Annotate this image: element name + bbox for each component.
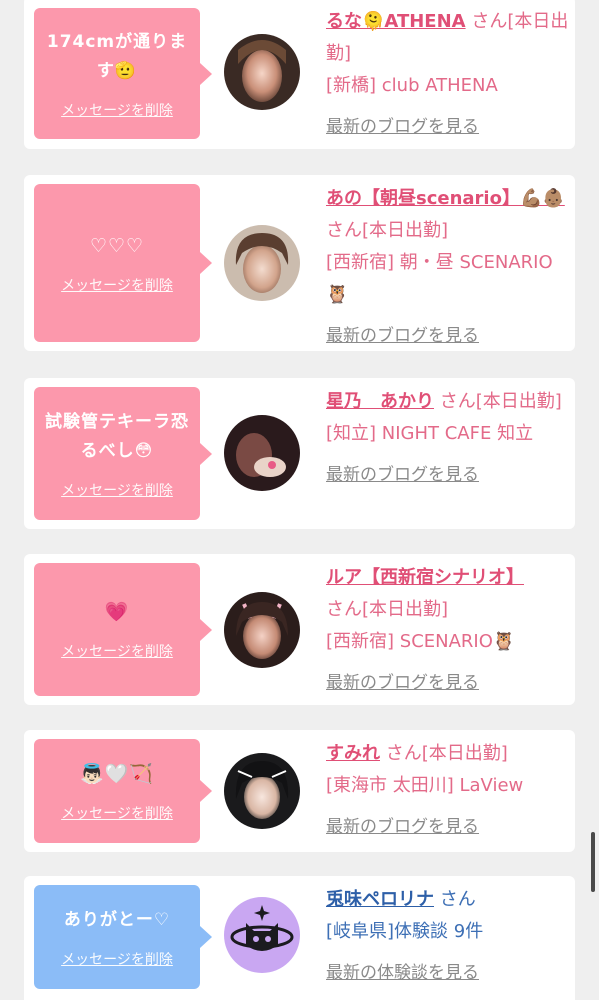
blog-link[interactable]: 最新のブログを見る <box>326 672 479 694</box>
blog-link[interactable]: 最新のブログを見る <box>326 464 479 486</box>
delete-message-link[interactable]: メッセージを削除 <box>61 100 173 120</box>
cast-status: さん[本日出勤] <box>380 743 508 764</box>
avatar[interactable] <box>224 225 300 301</box>
shop-label: [知立] NIGHT CAFE 知立 <box>326 423 534 444</box>
message-text: 👼🏻🤍🏹 <box>80 762 154 785</box>
shop-label: [東海市 太田川] LaView <box>326 775 524 796</box>
message-bubble: ♡♡♡ メッセージを削除 <box>34 184 212 342</box>
message-text: ありがとー♡ <box>63 909 171 930</box>
message-text: ♡♡♡ <box>89 234 145 257</box>
message-card: 👼🏻🤍🏹 メッセージを削除 すみれ さん[本日出勤] [東海市 太田川] LaV… <box>24 730 575 852</box>
avatar[interactable] <box>224 34 300 110</box>
avatar[interactable] <box>224 753 300 829</box>
message-list: 174cmが通りま す🫡 メッセージを削除 るな🫠ATHENA さん[本日出勤]… <box>0 0 599 1000</box>
cast-info: あの【朝昼scenario】💪🏽👶🏽 さん[本日出勤] [西新宿] 朝・昼 SC… <box>326 183 570 352</box>
message-bubble: ありがとー♡ メッセージを削除 <box>34 885 212 989</box>
shop-label: [西新宿] 朝・昼 SCENARIO🦉 <box>326 252 553 305</box>
delete-message-link[interactable]: メッセージを削除 <box>61 641 173 661</box>
cast-name-link[interactable]: すみれ <box>326 743 380 764</box>
cast-name-link[interactable]: るな🫠ATHENA <box>326 11 466 32</box>
cast-name-link[interactable]: ルア【西新宿シナリオ】 <box>326 567 524 588</box>
delete-message-link[interactable]: メッセージを削除 <box>61 480 173 500</box>
avatar[interactable] <box>224 897 300 973</box>
message-card: 試験管テキーラ恐るべし😳 メッセージを削除 星乃 あかり さん[本日出勤] [知… <box>24 378 575 529</box>
blog-link[interactable]: 最新のブログを見る <box>326 116 479 138</box>
message-text: 174cmが通りま す🫡 <box>46 31 188 81</box>
avatar[interactable] <box>224 592 300 668</box>
blog-link[interactable]: 最新のブログを見る <box>326 325 479 347</box>
message-card: ♡♡♡ メッセージを削除 あの【朝昼scenario】💪🏽👶🏽 さん[本日出勤]… <box>24 175 575 351</box>
cast-name-link[interactable]: 兎味ペロリナ <box>326 889 434 910</box>
avatar[interactable] <box>224 415 300 491</box>
message-bubble: 試験管テキーラ恐るべし😳 メッセージを削除 <box>34 387 212 520</box>
scrollbar[interactable] <box>591 832 595 892</box>
cast-info: 星乃 あかり さん[本日出勤] [知立] NIGHT CAFE 知立 最新のブロ… <box>326 386 570 491</box>
shop-label: [西新宿] SCENARIO🦉 <box>326 631 516 652</box>
message-bubble: 💗 メッセージを削除 <box>34 563 212 696</box>
shop-label: [岐阜県]体験談 9件 <box>326 921 484 942</box>
message-text: 試験管テキーラ恐るべし😳 <box>45 411 189 461</box>
message-bubble: 👼🏻🤍🏹 メッセージを削除 <box>34 739 212 843</box>
cast-info: 兎味ペロリナ さん [岐阜県]体験談 9件 最新の体験談を見る <box>326 884 570 989</box>
delete-message-link[interactable]: メッセージを削除 <box>61 803 173 823</box>
cast-name-link[interactable]: 星乃 あかり <box>326 391 434 412</box>
message-bubble: 174cmが通りま す🫡 メッセージを削除 <box>34 8 212 139</box>
cast-status: さん[本日出勤] <box>326 599 449 620</box>
message-card: ありがとー♡ メッセージを削除 兎味ペロリナ さん [岐阜県]体験談 9件 最新… <box>24 876 575 1000</box>
cast-status: さん[本日出勤] <box>326 220 449 241</box>
blog-link[interactable]: 最新のブログを見る <box>326 816 479 838</box>
delete-message-link[interactable]: メッセージを削除 <box>61 949 173 969</box>
review-link[interactable]: 最新の体験談を見る <box>326 962 479 984</box>
message-card: 💗 メッセージを削除 ルア【西新宿シナリオ】 さん[本日出勤] [西新宿] SC… <box>24 554 575 705</box>
cast-status: さん <box>434 889 476 910</box>
message-card: 174cmが通りま す🫡 メッセージを削除 るな🫠ATHENA さん[本日出勤]… <box>24 0 575 149</box>
cast-info: るな🫠ATHENA さん[本日出勤] [新橋] club ATHENA 最新のブ… <box>326 6 570 143</box>
delete-message-link[interactable]: メッセージを削除 <box>61 275 173 295</box>
cast-status: さん[本日出勤] <box>434 391 562 412</box>
message-text: 💗 <box>104 601 130 623</box>
cast-info: ルア【西新宿シナリオ】 さん[本日出勤] [西新宿] SCENARIO🦉 最新の… <box>326 562 570 699</box>
cast-info: すみれ さん[本日出勤] [東海市 太田川] LaView 最新のブログを見る <box>326 738 570 843</box>
shop-label: [新橋] club ATHENA <box>326 75 498 96</box>
cast-name-link[interactable]: あの【朝昼scenario】💪🏽👶🏽 <box>326 188 565 209</box>
